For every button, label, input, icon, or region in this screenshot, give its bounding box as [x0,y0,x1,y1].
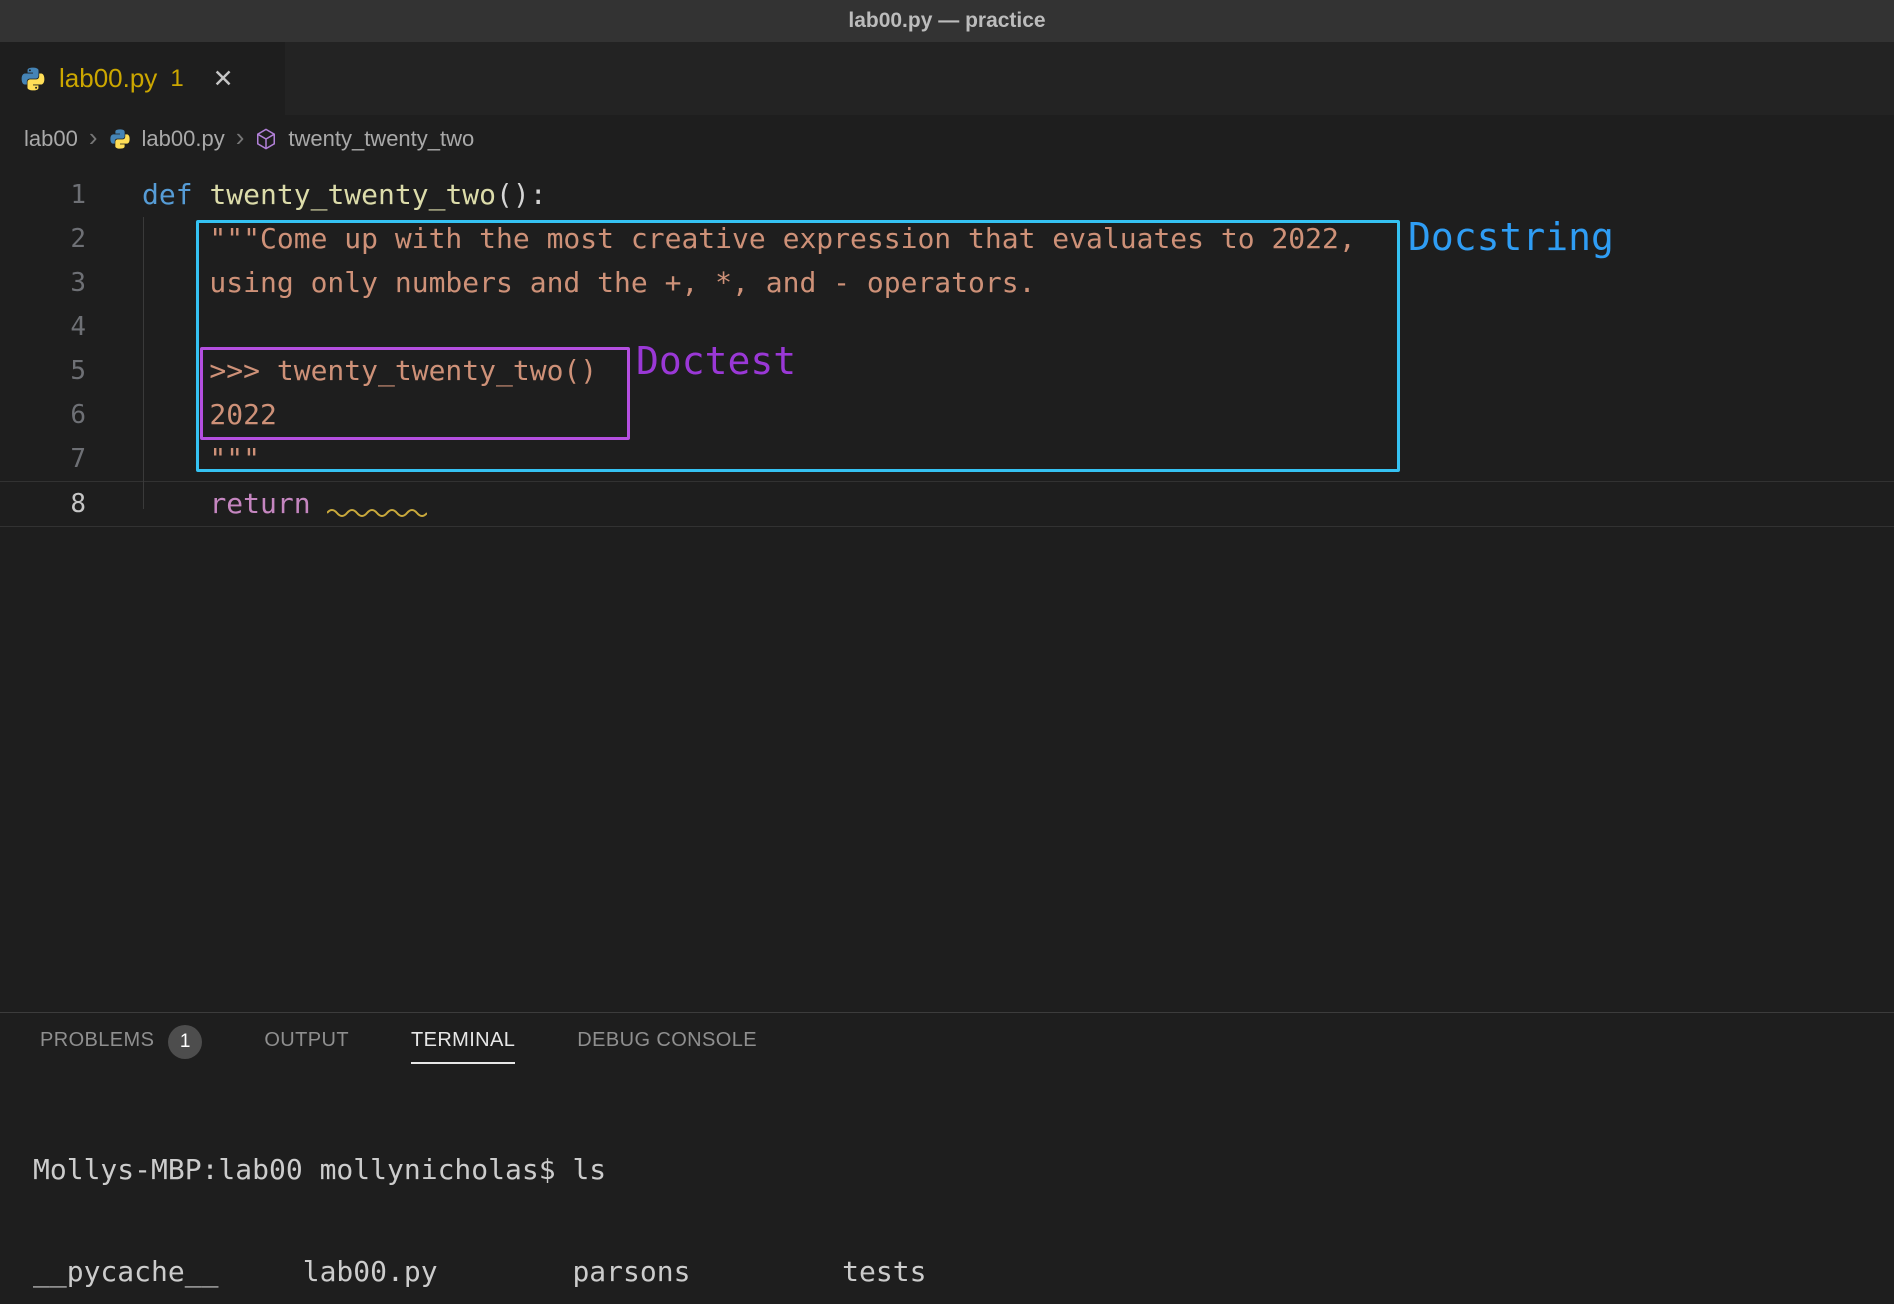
bottom-panel: PROBLEMS 1 OUTPUT TERMINAL DEBUG CONSOLE… [0,1012,1894,1304]
code-line-8[interactable]: 8 return [0,481,1894,527]
breadcrumb-item-lab00[interactable]: lab00 [24,126,78,152]
docstring-text: """Come up with the most creative expres… [142,222,1356,255]
line-number: 4 [0,305,142,349]
panel-tab-debug-console[interactable]: DEBUG CONSOLE [577,1029,757,1064]
indent [142,487,209,520]
code-content: """Come up with the most creative expres… [142,217,1894,261]
code-line-7[interactable]: 7 """ [0,437,1894,481]
panel-tab-bar: PROBLEMS 1 OUTPUT TERMINAL DEBUG CONSOLE [0,1013,1894,1079]
panel-tab-terminal[interactable]: TERMINAL [411,1029,515,1064]
tab-bar: lab00.py 1 ✕ [0,42,1894,115]
line-number: 8 [0,482,142,526]
problems-count-badge: 1 [168,1025,202,1059]
keyword-def: def [142,178,209,211]
code-content: return [142,482,1894,526]
titlebar: lab00.py — practice [0,0,1894,42]
breadcrumb-item-lab00py[interactable]: lab00.py [142,126,225,152]
code-line-6[interactable]: 6 2022 [0,393,1894,437]
code-content: >>> twenty_twenty_two() [142,349,1894,393]
python-icon [20,66,46,92]
line-number: 2 [0,217,142,261]
breadcrumb: lab00 › lab00.py › twenty_twenty_two [0,115,1894,163]
keyword-return: return [209,487,310,520]
symbol-cube-icon [255,128,277,150]
breadcrumb-item-symbol[interactable]: twenty_twenty_two [288,126,474,152]
code-content [142,305,1894,349]
code-content: """ [142,437,1894,481]
code-content: using only numbers and the +, *, and - o… [142,261,1894,305]
panel-tab-output[interactable]: OUTPUT [264,1029,349,1064]
chevron-right-icon: › [236,124,245,154]
line-number: 1 [0,173,142,217]
tab-label: lab00.py [59,63,157,94]
line-number: 3 [0,261,142,305]
doctest-call-text: >>> twenty_twenty_two() [142,354,597,387]
problems-tab-label: PROBLEMS [40,1029,154,1064]
code-editor[interactable]: 1 def twenty_twenty_two(): 2 """Come up … [0,163,1894,1012]
docstring-annotation-label: Docstring [1408,215,1614,259]
warning-squiggle-icon [327,507,427,517]
code-line-4[interactable]: 4 [0,305,1894,349]
tab-problem-count: 1 [170,65,183,93]
function-name: twenty_twenty_two [209,178,496,211]
output-tab-label: OUTPUT [264,1029,349,1064]
tab-lab00py[interactable]: lab00.py 1 ✕ [0,42,285,115]
docstring-close: """ [142,442,260,475]
terminal-output-line: __pycache__ lab00.py parsons tests [33,1255,1894,1289]
panel-tab-problems[interactable]: PROBLEMS 1 [40,1025,202,1067]
line-number: 5 [0,349,142,393]
close-icon[interactable]: ✕ [213,64,234,94]
space [311,487,328,520]
debug-console-tab-label: DEBUG CONSOLE [577,1029,757,1064]
doctest-annotation-label: Doctest [636,339,796,383]
line-number: 6 [0,393,142,437]
python-icon [109,128,131,150]
terminal-tab-label: TERMINAL [411,1029,515,1064]
code-content: def twenty_twenty_two(): [142,173,1894,217]
docstring-text: using only numbers and the +, *, and - o… [142,266,1035,299]
punctuation: (): [496,178,547,211]
chevron-right-icon: › [89,124,98,154]
vscode-window: lab00.py — practice lab00.py 1 ✕ lab00 ›… [0,0,1894,1304]
indent-guide [143,217,144,509]
window-title: lab00.py — practice [848,9,1045,33]
code-line-1[interactable]: 1 def twenty_twenty_two(): [0,173,1894,217]
terminal-output-line: Mollys-MBP:lab00 mollynicholas$ ls [33,1153,1894,1187]
code-content: 2022 [142,393,1894,437]
line-number: 7 [0,437,142,481]
terminal[interactable]: Mollys-MBP:lab00 mollynicholas$ ls __pyc… [0,1079,1894,1304]
doctest-result-text: 2022 [142,398,277,431]
code-line-5[interactable]: 5 >>> twenty_twenty_two() [0,349,1894,393]
code-line-3[interactable]: 3 using only numbers and the +, *, and -… [0,261,1894,305]
